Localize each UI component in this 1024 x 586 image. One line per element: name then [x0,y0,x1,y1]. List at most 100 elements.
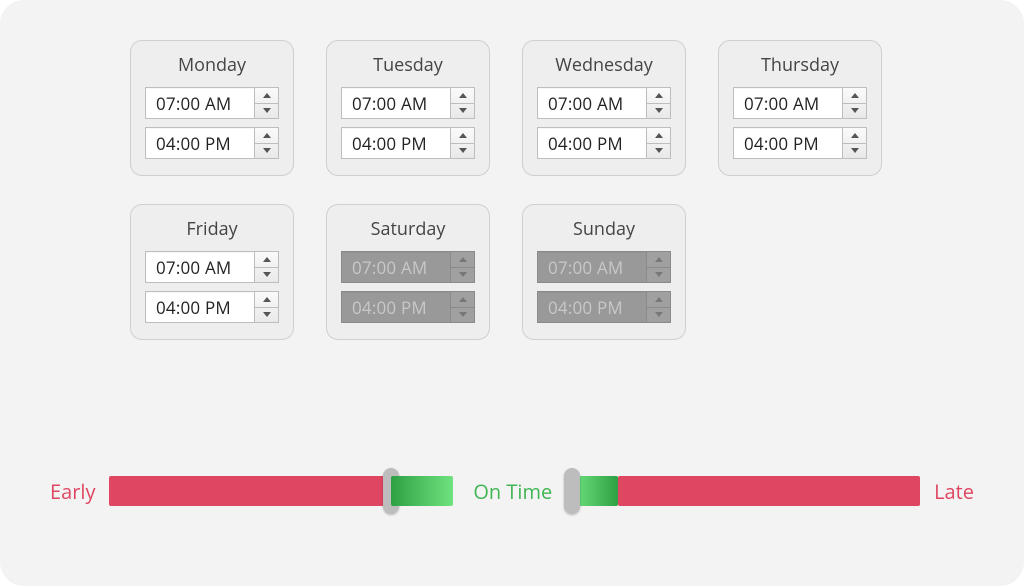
spin-up-button[interactable] [647,88,670,104]
end-time-value[interactable]: 04:00 PM [342,128,450,158]
spin-up-button[interactable] [843,88,866,104]
early-track[interactable] [109,476,391,506]
start-time-field[interactable]: 07:00 AM [733,87,867,119]
chevron-up-icon [263,297,271,302]
day-card-friday: Friday 07:00 AM 04:00 PM [130,204,294,340]
spin-down-button[interactable] [255,144,278,159]
end-time-field[interactable]: 04:00 PM [341,127,475,159]
end-time-field[interactable]: 04:00 PM [145,291,279,323]
spin-up-button[interactable] [255,292,278,308]
spin-up-button[interactable] [647,128,670,144]
day-title: Tuesday [373,53,443,77]
spin-down-button [451,268,474,283]
chevron-up-icon [263,257,271,262]
spin-up-button[interactable] [255,128,278,144]
spin-up-button[interactable] [255,252,278,268]
spin-up-button [647,292,670,308]
chevron-up-icon [459,93,467,98]
end-time-value: 04:00 PM [342,292,450,322]
day-card-thursday: Thursday 07:00 AM 04:00 PM [718,40,882,176]
spin-down-button[interactable] [451,144,474,159]
chevron-up-icon [655,133,663,138]
chevron-up-icon [851,93,859,98]
spin-up-button [451,252,474,268]
start-time-field[interactable]: 07:00 AM [145,251,279,283]
spin-up-button[interactable] [451,128,474,144]
time-spinner [254,128,278,158]
end-time-value[interactable]: 04:00 PM [538,128,646,158]
end-time-field[interactable]: 04:00 PM [733,127,867,159]
chevron-down-icon [263,312,271,317]
time-spinner [254,88,278,118]
late-label: Late [934,478,974,505]
early-label: Early [50,478,95,505]
slider-thumb-right[interactable] [564,468,580,514]
start-time-value[interactable]: 07:00 AM [734,88,842,118]
chevron-down-icon [263,148,271,153]
start-time-field[interactable]: 07:00 AM [145,87,279,119]
end-time-field: 04:00 PM [341,291,475,323]
spin-down-button[interactable] [647,104,670,119]
start-time-field: 07:00 AM [341,251,475,283]
chevron-up-icon [459,133,467,138]
start-time-value[interactable]: 07:00 AM [146,252,254,282]
end-time-field[interactable]: 04:00 PM [537,127,671,159]
start-time-field[interactable]: 07:00 AM [341,87,475,119]
start-time-value[interactable]: 07:00 AM [538,88,646,118]
end-time-value[interactable]: 04:00 PM [734,128,842,158]
spin-down-button [451,308,474,323]
days-grid: Monday 07:00 AM 04:00 PM Tuesday 07:00 [130,40,950,340]
time-spinner [450,252,474,282]
start-time-value[interactable]: 07:00 AM [146,88,254,118]
chevron-down-icon [851,108,859,113]
chevron-down-icon [459,272,467,277]
start-time-value[interactable]: 07:00 AM [342,88,450,118]
chevron-down-icon [655,148,663,153]
chevron-down-icon [459,148,467,153]
chevron-down-icon [655,312,663,317]
day-title: Monday [178,53,246,77]
spin-down-button [647,268,670,283]
start-time-field[interactable]: 07:00 AM [537,87,671,119]
end-time-value[interactable]: 04:00 PM [146,292,254,322]
spin-up-button[interactable] [843,128,866,144]
spin-down-button[interactable] [255,268,278,283]
chevron-up-icon [459,257,467,262]
end-time-value: 04:00 PM [538,292,646,322]
time-spinner [842,128,866,158]
late-track[interactable] [618,476,920,506]
chevron-down-icon [459,312,467,317]
start-time-value: 07:00 AM [342,252,450,282]
spin-down-button[interactable] [255,308,278,323]
chevron-down-icon [459,108,467,113]
spin-down-button [647,308,670,323]
spin-down-button[interactable] [255,104,278,119]
end-time-field[interactable]: 04:00 PM [145,127,279,159]
day-title: Thursday [761,53,839,77]
day-card-sunday: Sunday 07:00 AM 04:00 PM [522,204,686,340]
chevron-up-icon [263,133,271,138]
schedule-panel: Monday 07:00 AM 04:00 PM Tuesday 07:00 [0,0,1024,586]
start-time-value: 07:00 AM [538,252,646,282]
spin-down-button[interactable] [451,104,474,119]
chevron-down-icon [263,108,271,113]
spin-down-button[interactable] [647,144,670,159]
time-spinner [254,252,278,282]
end-time-value[interactable]: 04:00 PM [146,128,254,158]
spin-down-button[interactable] [843,144,866,159]
ontime-track-right[interactable] [572,476,618,506]
chevron-up-icon [655,93,663,98]
time-spinner [646,252,670,282]
time-spinner [842,88,866,118]
day-card-monday: Monday 07:00 AM 04:00 PM [130,40,294,176]
time-spinner [450,292,474,322]
spin-up-button[interactable] [255,88,278,104]
time-spinner [646,292,670,322]
ontime-track-left[interactable] [391,476,453,506]
spin-up-button[interactable] [451,88,474,104]
spin-down-button[interactable] [843,104,866,119]
day-card-saturday: Saturday 07:00 AM 04:00 PM [326,204,490,340]
spin-up-button [647,252,670,268]
time-spinner [450,88,474,118]
chevron-down-icon [655,108,663,113]
